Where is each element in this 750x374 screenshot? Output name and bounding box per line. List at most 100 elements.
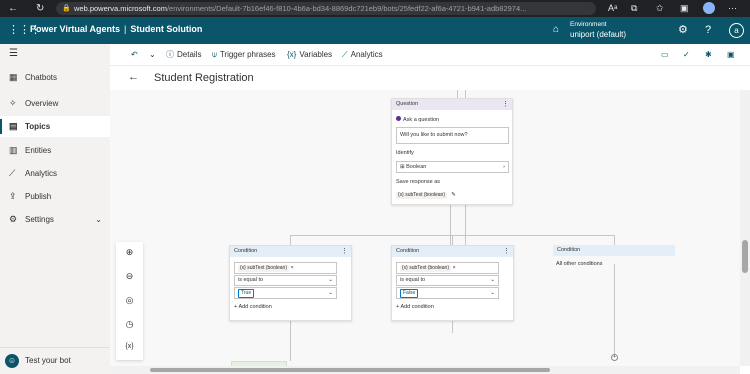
bot-name[interactable]: Student Solution: [130, 24, 202, 34]
operator-select[interactable]: is equal to ⌄: [234, 275, 337, 286]
analytics-button[interactable]: ⟋ Analytics: [342, 49, 383, 61]
ask-question-row: Ask a question: [396, 116, 439, 123]
environment-name[interactable]: uniport (default): [570, 30, 626, 39]
history-icon[interactable]: ◷: [116, 319, 143, 330]
topics-icon: ▤: [9, 121, 18, 131]
chat-bubble-icon: ☺: [5, 354, 19, 368]
favorites-icon[interactable]: ✩: [656, 2, 664, 15]
authoring-canvas[interactable]: + Question ⋮ Ask a question Will you lik…: [110, 90, 740, 366]
collections-icon[interactable]: ▣: [680, 2, 689, 15]
comment-icon[interactable]: ▭: [661, 49, 672, 61]
variable-name: subText (boolean): [247, 265, 287, 271]
condition-variable-field[interactable]: {x} subText (boolean) ×: [396, 262, 499, 274]
condition-node[interactable]: Condition ⋮ {x} subText (boolean) × is e…: [229, 245, 352, 321]
sidebar-item-chatbots[interactable]: ▦ Chatbots: [0, 67, 110, 88]
details-button[interactable]: ⓘ Details: [166, 49, 201, 61]
undo-dropdown-icon[interactable]: ⌄: [149, 49, 156, 61]
more-icon[interactable]: ⋯: [728, 2, 737, 15]
add-condition-label: Add condition: [238, 304, 272, 310]
variable-tag: {x} subText (boolean): [400, 265, 451, 272]
sidebar-item-settings[interactable]: ⚙ Settings ⌄: [0, 209, 110, 230]
scrollbar-thumb[interactable]: [742, 240, 748, 273]
back-arrow-icon[interactable]: ←: [128, 71, 139, 83]
reload-icon[interactable]: ↻: [36, 2, 44, 15]
add-node-icon[interactable]: +: [611, 354, 618, 361]
sidebar-item-analytics[interactable]: ⟋ Analytics: [0, 163, 110, 184]
info-icon: ⓘ: [166, 50, 174, 59]
variables-label: Variables: [299, 50, 333, 59]
chatbots-icon: ▦: [9, 72, 18, 82]
condition-node-header: Condition ⋮: [230, 246, 351, 257]
connector-line: [465, 205, 466, 245]
variables-button[interactable]: {x} Variables: [287, 49, 332, 61]
operator-select[interactable]: is equal to ⌄: [396, 275, 499, 286]
sidebar-item-overview[interactable]: ✧ Overview: [0, 93, 110, 114]
connector-line: [465, 90, 466, 98]
read-aloud-icon[interactable]: Aᵃ: [608, 2, 617, 15]
condition-node-other[interactable]: Condition All other conditions: [553, 245, 675, 267]
add-condition-button[interactable]: + Add condition: [234, 304, 272, 310]
zoom-in-icon[interactable]: ⊕: [116, 247, 143, 258]
recenter-icon[interactable]: ◎: [116, 295, 143, 306]
condition-variable-field[interactable]: {x} subText (boolean) ×: [234, 262, 337, 274]
trigger-phrases-button[interactable]: ⍦ Trigger phrases: [212, 49, 276, 61]
settings-gear-icon[interactable]: ⚙: [678, 23, 688, 37]
node-header-label: Condition: [557, 247, 581, 253]
sidebar-item-label: Analytics: [25, 169, 58, 178]
save-icon[interactable]: ▣: [727, 49, 738, 61]
undo-icon[interactable]: ↶: [131, 49, 141, 61]
question-text-input[interactable]: Will you like to submit now?: [396, 127, 509, 144]
operator-value: is equal to: [238, 277, 264, 283]
horizontal-scrollbar[interactable]: [110, 366, 740, 374]
condition-value-select[interactable]: False ⌄: [396, 287, 499, 299]
bug-icon[interactable]: ✱: [705, 49, 715, 61]
user-avatar[interactable]: a: [729, 23, 744, 38]
browser-profile-avatar[interactable]: [703, 2, 715, 14]
remove-icon[interactable]: ×: [291, 265, 294, 271]
sidebar-item-topics[interactable]: ▤ Topics: [0, 116, 110, 137]
sidebar-item-label: Entities: [25, 146, 52, 155]
address-bar[interactable]: 🔒 web.powerva.microsoft.com/environments…: [56, 2, 596, 15]
sidebar-item-label: Overview: [25, 99, 59, 108]
app-header: ⋮⋮⋮ Power Virtual Agents | Student Solutio…: [0, 17, 750, 44]
back-arrow-icon[interactable]: ←: [8, 2, 18, 15]
condition-value-select[interactable]: True ⌄: [234, 287, 337, 299]
edit-pencil-icon[interactable]: ✎: [451, 192, 456, 198]
publish-icon: ⇪: [9, 191, 17, 201]
test-bot-button[interactable]: ☺ Test your bot: [0, 347, 110, 374]
help-icon[interactable]: ?: [705, 23, 711, 37]
page-titlebar: ← Student Registration: [110, 66, 750, 90]
chevron-down-icon: ⌄: [95, 215, 102, 224]
identify-label: Identify: [396, 150, 414, 156]
sidebar-item-entities[interactable]: ▥ Entities: [0, 140, 110, 161]
variables-icon[interactable]: {x}: [116, 343, 143, 350]
more-options-icon[interactable]: ⋮: [341, 246, 348, 257]
sidebar-item-label: Chatbots: [25, 73, 58, 82]
question-node[interactable]: Question ⋮ Ask a question Will you like …: [391, 98, 513, 205]
operator-value: is equal to: [400, 277, 426, 283]
more-options-icon[interactable]: ⋮: [502, 99, 509, 110]
sidebar-item-publish[interactable]: ⇪ Publish: [0, 186, 110, 207]
question-icon: [396, 116, 401, 121]
tab-actions-icon[interactable]: ⧉: [631, 2, 637, 15]
hamburger-menu-icon[interactable]: ☰: [9, 48, 18, 59]
scrollbar-thumb[interactable]: [150, 368, 550, 372]
trigger-icon: ⍦: [212, 50, 217, 59]
more-options-icon[interactable]: ⋮: [503, 246, 510, 257]
chevron-down-icon: ⌄: [328, 290, 333, 296]
zoom-out-icon[interactable]: ⊖: [116, 271, 143, 282]
connector-line: [452, 321, 453, 333]
add-condition-button[interactable]: + Add condition: [396, 304, 434, 310]
topic-checker-icon[interactable]: ✓: [683, 49, 693, 61]
chevron-right-icon: ›: [503, 164, 505, 170]
connector-line: [457, 90, 458, 98]
trigger-label: Trigger phrases: [219, 50, 276, 59]
other-conditions-label: All other conditions: [556, 261, 603, 267]
remove-icon[interactable]: ×: [453, 265, 456, 271]
vertical-scrollbar[interactable]: [740, 90, 750, 366]
add-condition-label: Add condition: [400, 304, 434, 310]
identify-select[interactable]: ⊞ Boolean ›: [396, 161, 509, 173]
save-variable-chip[interactable]: {x} subText (boolean) ✎: [396, 189, 456, 199]
lock-icon: 🔒: [62, 5, 71, 12]
condition-node[interactable]: Condition ⋮ {x} subText (boolean) × is e…: [391, 245, 514, 321]
